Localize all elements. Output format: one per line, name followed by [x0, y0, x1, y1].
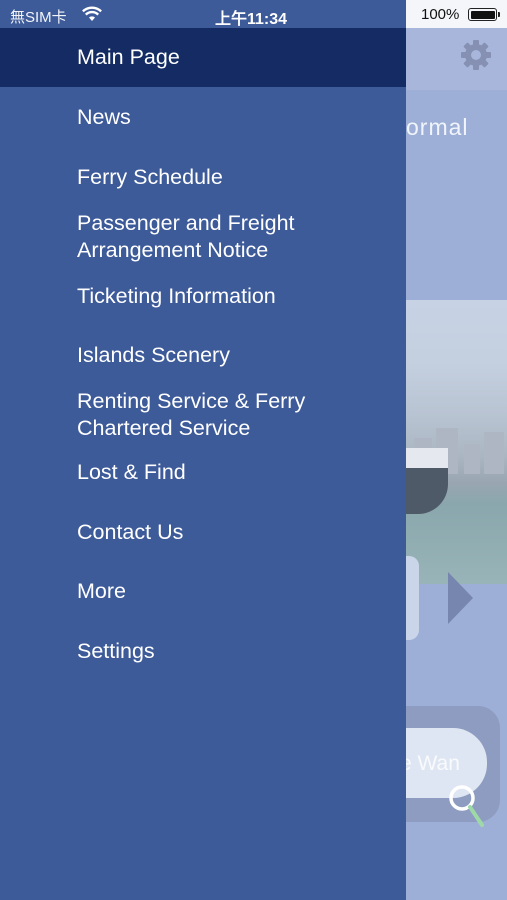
battery-icon — [468, 8, 497, 21]
background-search-text: e Wan — [400, 752, 460, 775]
menu-item-renting-chartered-service[interactable]: Renting Service & Ferry Chartered Servic… — [0, 385, 406, 445]
menu-item-label: Renting Service & Ferry Chartered Servic… — [77, 389, 306, 440]
search-icon[interactable] — [445, 781, 487, 831]
menu-item-lost-and-find[interactable]: Lost & Find — [0, 445, 406, 500]
menu-item-label: Passenger and Freight Arrangement Notice — [77, 210, 295, 262]
menu-item-label: More — [77, 579, 126, 603]
menu-item-ferry-schedule[interactable]: Ferry Schedule — [0, 147, 406, 207]
menu-item-islands-scenery[interactable]: Islands Scenery — [0, 326, 406, 385]
gear-icon[interactable] — [459, 38, 493, 72]
background-banner-text: ormal — [406, 114, 469, 140]
menu-item-news[interactable]: News — [0, 87, 406, 147]
menu-item-label: Main Page — [77, 45, 180, 69]
menu-item-ticketing-information[interactable]: Ticketing Information — [0, 266, 406, 326]
status-bar: 無SIM卡 上午11:34 100% — [0, 0, 507, 28]
carrier-label: 無SIM卡 — [10, 9, 67, 26]
menu-item-label: Settings — [77, 638, 155, 663]
menu-item-settings[interactable]: Settings — [0, 621, 406, 681]
menu-item-label: Lost & Find — [77, 460, 186, 484]
menu-item-main-page[interactable]: Main Page — [0, 28, 406, 87]
background-harbour-photo — [406, 300, 507, 584]
next-arrow-icon[interactable] — [448, 572, 473, 624]
menu-item-label: News — [77, 104, 131, 129]
menu-item-label: Islands Scenery — [77, 343, 230, 367]
navigation-drawer: Main Page News Ferry Schedule Passenger … — [0, 28, 406, 900]
menu-item-label: Contact Us — [77, 519, 184, 544]
menu-item-label: Ticketing Information — [77, 283, 276, 308]
wifi-icon — [82, 6, 102, 21]
menu-item-label: Ferry Schedule — [77, 164, 223, 189]
menu-item-passenger-freight-notice[interactable]: Passenger and Freight Arrangement Notice — [0, 207, 406, 266]
battery-percentage: 100% — [421, 6, 460, 23]
menu-item-contact-us[interactable]: Contact Us — [0, 502, 406, 562]
menu-item-more[interactable]: More — [0, 562, 406, 621]
status-time: 上午11:34 — [215, 11, 288, 28]
